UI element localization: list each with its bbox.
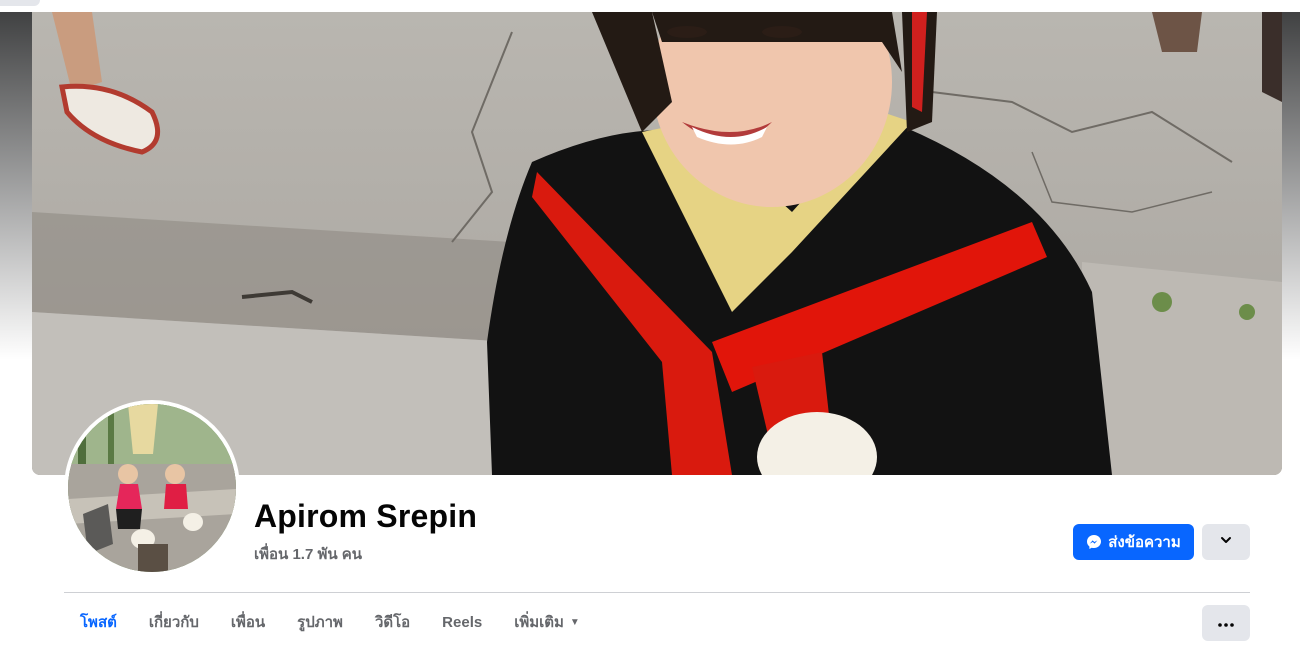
tab-label: เพิ่มเติม (514, 614, 564, 631)
chevron-down-icon (1219, 533, 1233, 552)
send-message-label: ส่งข้อความ (1108, 534, 1181, 551)
tab-more[interactable]: เพิ่มเติม ▼ (498, 596, 596, 645)
tab-posts[interactable]: โพสต์ (64, 596, 133, 645)
profile-name: Apirom Srepin (254, 498, 478, 534)
profile-picture[interactable] (64, 400, 240, 576)
friends-count[interactable]: เพื่อน 1.7 พัน คน (254, 542, 362, 566)
messenger-icon (1086, 534, 1102, 550)
tab-videos[interactable]: วิดีโอ (359, 596, 426, 645)
top-strip-pill (0, 0, 40, 6)
tab-photos[interactable]: รูปภาพ (281, 596, 359, 645)
tab-label: รูปภาพ (297, 614, 343, 631)
tab-about[interactable]: เกี่ยวกับ (133, 596, 215, 645)
more-options-button[interactable] (1202, 605, 1250, 641)
tab-label: Reels (442, 613, 483, 631)
cover-photo-image (32, 12, 1282, 475)
divider (64, 592, 1250, 593)
tab-label: เกี่ยวกับ (148, 614, 199, 631)
more-horizontal-icon (1218, 614, 1234, 632)
avatar (68, 404, 236, 572)
profile-more-dropdown-button[interactable] (1202, 524, 1250, 560)
cover-photo[interactable] (32, 12, 1282, 475)
tab-friends[interactable]: เพื่อน (215, 596, 281, 645)
top-strip (0, 0, 1300, 12)
tab-label: โพสต์ (80, 614, 117, 631)
tab-label: วิดีโอ (374, 614, 411, 631)
tab-reels[interactable]: Reels (426, 596, 498, 645)
caret-down-icon: ▼ (569, 616, 580, 628)
send-message-button[interactable]: ส่งข้อความ (1073, 524, 1194, 560)
tab-label: เพื่อน (230, 614, 266, 631)
profile-tabs: โพสต์ เกี่ยวกับ เพื่อน รูปภาพ วิดีโอ Ree… (64, 596, 596, 645)
